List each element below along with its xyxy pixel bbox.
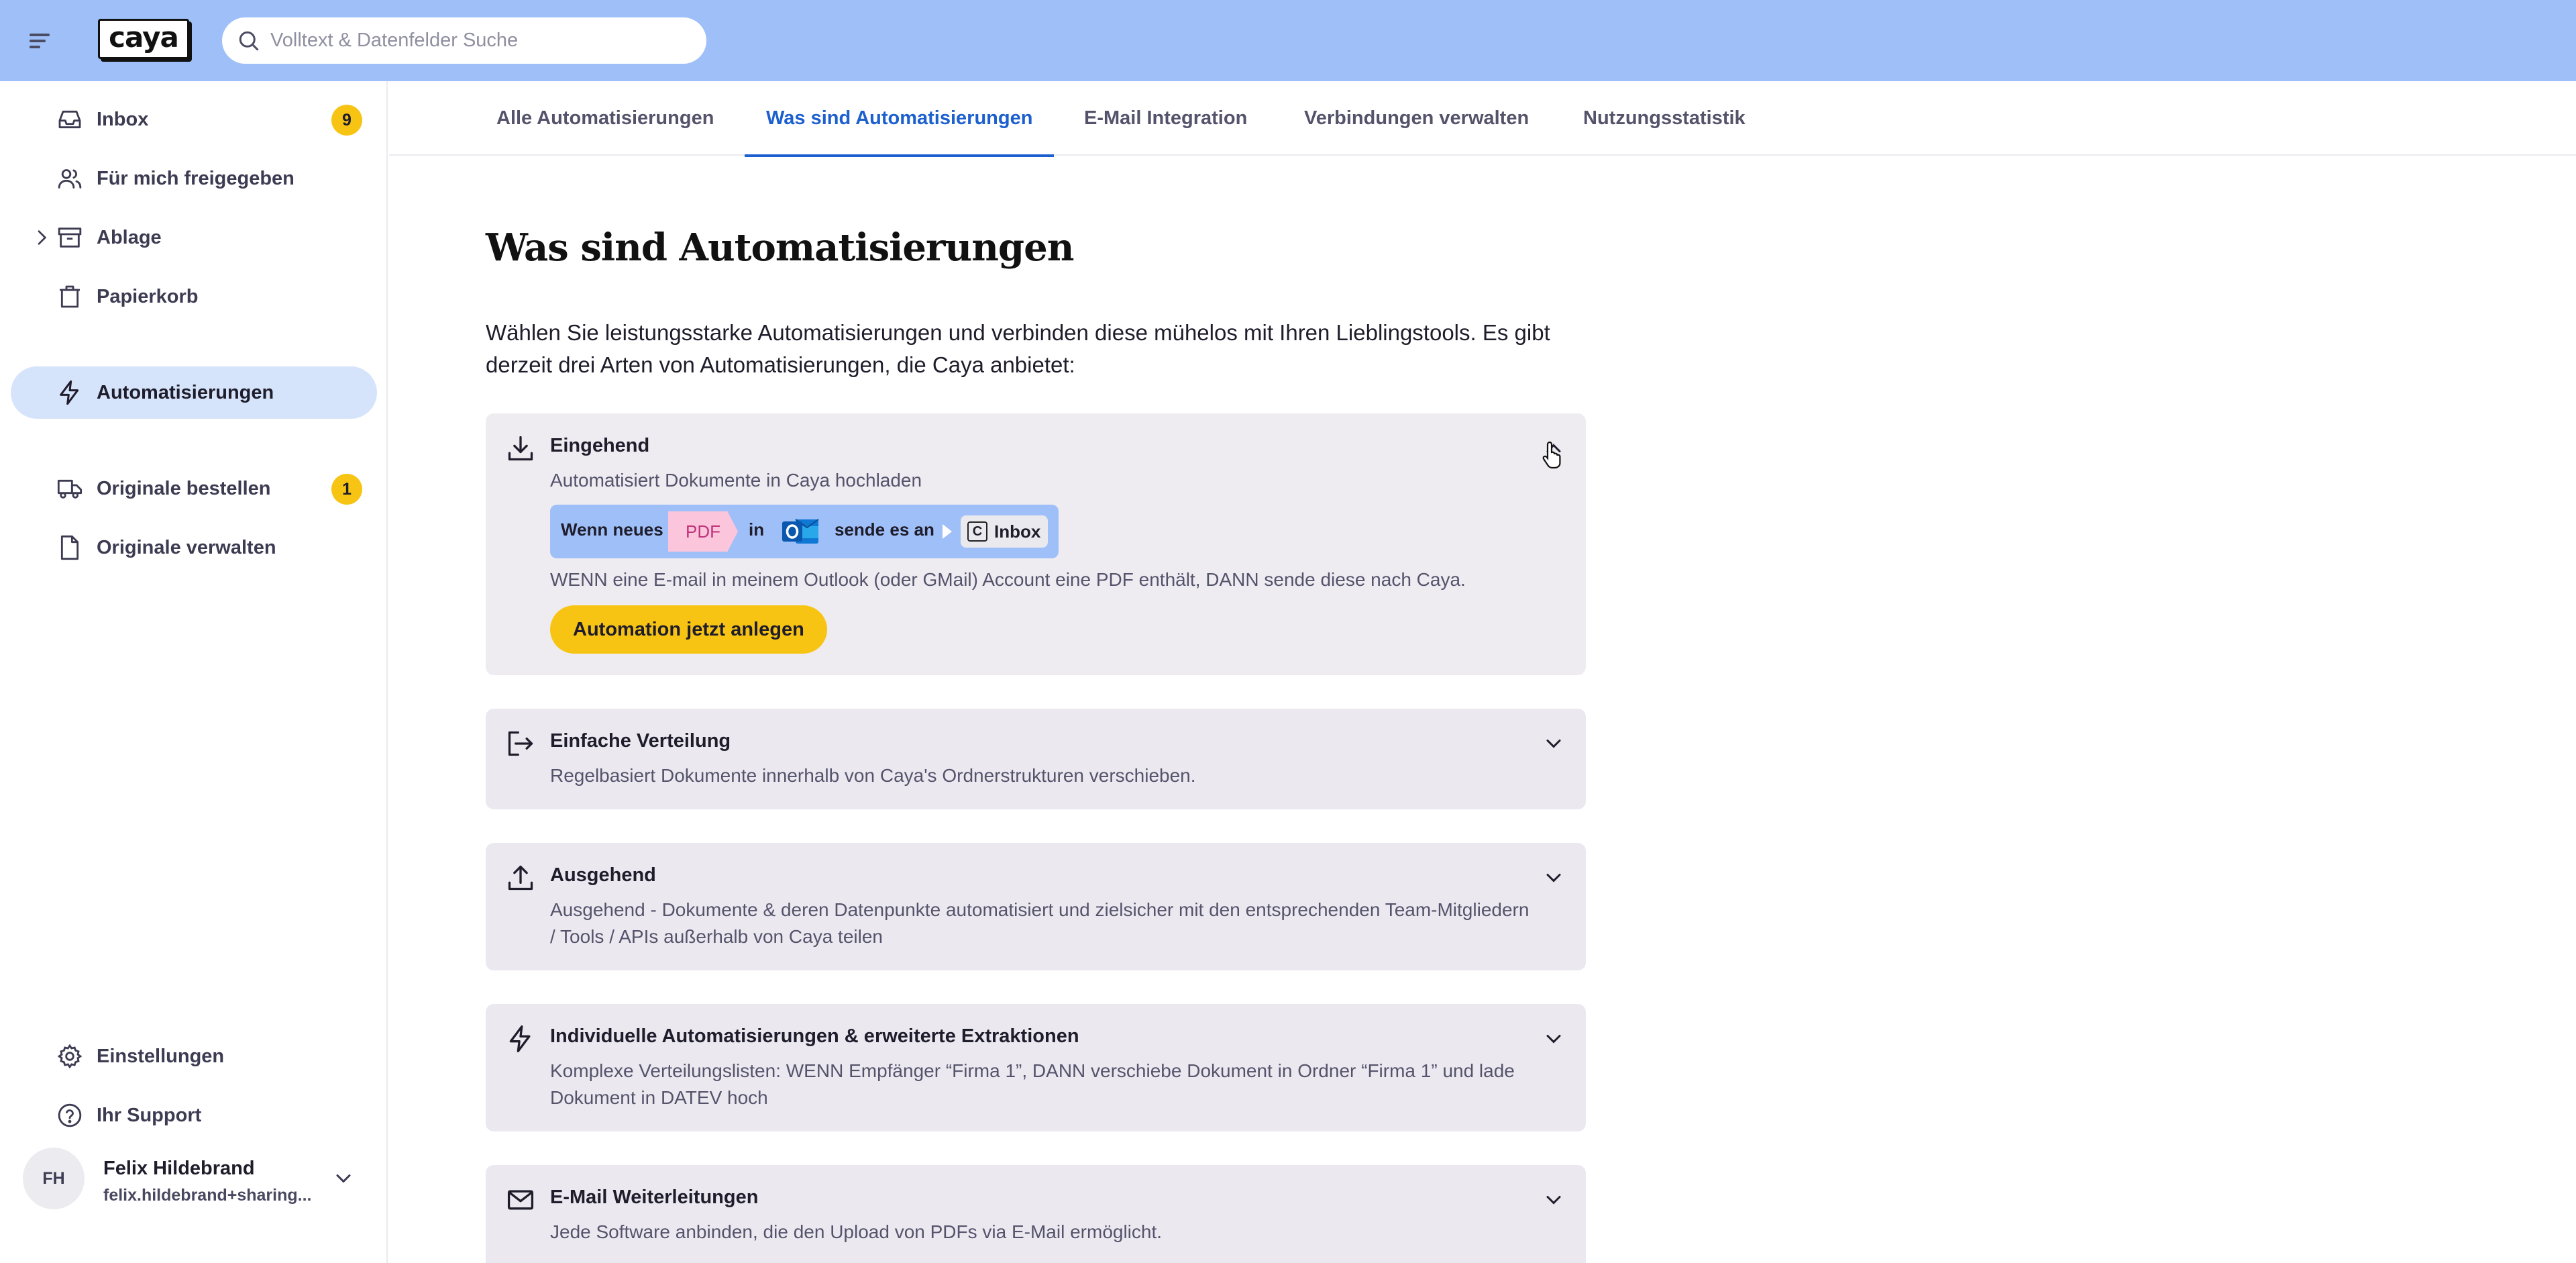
sidebar-item-label: Automatisierungen [97, 381, 274, 403]
avatar: FH [23, 1148, 85, 1209]
inbox-icon [58, 110, 81, 129]
sidebar-item-order-originals[interactable]: Originale bestellen 1 [11, 462, 377, 515]
card-description: Jede Software anbinden, die den Upload v… [550, 1221, 1163, 1242]
chevron-down-icon[interactable] [1542, 1188, 1566, 1212]
sidebar-item-label: Originale bestellen [97, 477, 271, 499]
chevron-down-icon[interactable] [1542, 866, 1566, 890]
flow-target-inbox: C Inbox [961, 515, 1048, 548]
search-icon [239, 31, 259, 51]
sidebar-item-label: Ablage [97, 226, 162, 248]
card-title: Eingehend [550, 435, 650, 456]
tab-usage-statistics[interactable]: Nutzungsstatistik [1562, 81, 1767, 156]
help-icon [58, 1103, 82, 1127]
tab-what-are-automations[interactable]: Was sind Automatisierungen [745, 81, 1055, 157]
intro-text: Wählen Sie leistungsstarke Automatisieru… [486, 320, 1550, 377]
page-title: Was sind Automatisierungen [486, 225, 1074, 270]
flow-send-to: sende es an [835, 519, 934, 540]
chevron-down-icon[interactable] [331, 1166, 356, 1191]
card-title: E-Mail Weiterleitungen [550, 1186, 759, 1208]
caya-logo[interactable]: caya [98, 19, 189, 59]
sidebar-item-label: Für mich freigegeben [97, 167, 294, 189]
flow-arrow-icon [943, 524, 952, 539]
flow-when-new: Wenn neues [561, 519, 663, 540]
lightning-icon [60, 380, 79, 405]
sidebar-item-support[interactable]: Ihr Support [11, 1089, 377, 1142]
users-icon [58, 169, 82, 189]
card-description: Regelbasiert Dokumente innerhalb von Cay… [550, 765, 1196, 786]
sidebar-item-label: Originale verwalten [97, 536, 276, 558]
search-input[interactable] [270, 30, 686, 52]
hand-cursor-icon [1542, 441, 1561, 469]
gear-icon [57, 1044, 83, 1069]
archive-icon [58, 228, 82, 248]
chevron-down-icon[interactable] [1542, 731, 1566, 756]
tab-bar: Alle Automatisierungen Was sind Automati… [389, 81, 2576, 157]
user-name: Felix Hildebrand [103, 1158, 255, 1179]
automation-flow-diagram: Wenn neues PDF in sende es an C Inbox [550, 505, 1059, 558]
orders-count-badge: 1 [331, 474, 362, 505]
card-title: Ausgehend [550, 864, 656, 886]
sidebar-item-label: Einstellungen [97, 1045, 225, 1067]
card-incoming: Eingehend Automatisiert Dokumente in Cay… [486, 413, 1586, 675]
sidebar-item-shared[interactable]: Für mich freigegeben [11, 152, 377, 205]
card-outgoing[interactable]: Ausgehend Ausgehend - Dokumente & deren … [486, 843, 1586, 970]
sidebar-item-label: Inbox [97, 108, 149, 130]
inbox-count-badge: 9 [331, 105, 362, 136]
sidebar-item-label: Ihr Support [97, 1104, 202, 1126]
chevron-down-icon[interactable] [1542, 1027, 1566, 1051]
chevron-right-icon[interactable] [31, 227, 52, 248]
document-icon [60, 535, 79, 560]
card-title: Individuelle Automatisierungen & erweite… [550, 1025, 1079, 1047]
upload-icon [508, 865, 533, 891]
tab-all-automations[interactable]: Alle Automatisierungen [475, 81, 735, 156]
truck-icon [57, 479, 83, 499]
tab-manage-connections[interactable]: Verbindungen verwalten [1283, 81, 1550, 156]
sidebar-item-settings[interactable]: Einstellungen [11, 1030, 377, 1082]
download-icon [508, 436, 533, 461]
flow-target-label: Inbox [994, 521, 1041, 542]
sidebar-item-automations[interactable]: Automatisierungen [11, 366, 377, 419]
create-automation-button[interactable]: Automation jetzt anlegen [550, 605, 827, 654]
search-bar[interactable] [222, 17, 706, 64]
trash-icon [60, 285, 80, 308]
card-email-forwarding[interactable]: E-Mail Weiterleitungen Jede Software anb… [486, 1165, 1586, 1263]
lightning-icon [509, 1025, 531, 1052]
card-title: Einfache Verteilung [550, 730, 731, 752]
mail-icon [507, 1190, 534, 1210]
card-description: Ausgehend - Dokumente & deren Datenpunkt… [550, 899, 1529, 947]
flow-description: WENN eine E-mail in meinem Outlook (oder… [550, 569, 1466, 590]
top-bar: caya [0, 0, 2576, 81]
tab-email-integration[interactable]: E-Mail Integration [1063, 81, 1269, 156]
sidebar-item-manage-originals[interactable]: Originale verwalten [11, 521, 377, 574]
outlook-icon [782, 519, 819, 544]
menu-icon[interactable] [25, 28, 54, 54]
sidebar: Inbox 9 Für mich freigegeben Ablage Papi… [0, 81, 388, 1263]
move-out-icon [508, 731, 533, 756]
flow-in: in [749, 519, 765, 540]
logo-text: caya [109, 20, 179, 54]
card-individual-automations[interactable]: Individuelle Automatisierungen & erweite… [486, 1004, 1586, 1131]
sidebar-item-inbox[interactable]: Inbox 9 [11, 93, 377, 146]
sidebar-item-label: Papierkorb [97, 285, 199, 307]
user-email: felix.hildebrand+sharing... [103, 1186, 312, 1205]
sidebar-item-trash[interactable]: Papierkorb [11, 270, 377, 323]
pdf-tag: PDF [668, 511, 738, 552]
card-description: Komplexe Verteilungslisten: WENN Empfäng… [550, 1060, 1515, 1108]
user-profile[interactable]: FH Felix Hildebrand felix.hildebrand+sha… [23, 1139, 372, 1219]
card-simple-distribution[interactable]: Einfache Verteilung Regelbasiert Dokumen… [486, 709, 1586, 809]
sidebar-item-ablage[interactable]: Ablage [11, 211, 377, 264]
caya-c-icon: C [967, 521, 987, 542]
card-description: Automatisiert Dokumente in Caya hochlade… [550, 470, 922, 491]
